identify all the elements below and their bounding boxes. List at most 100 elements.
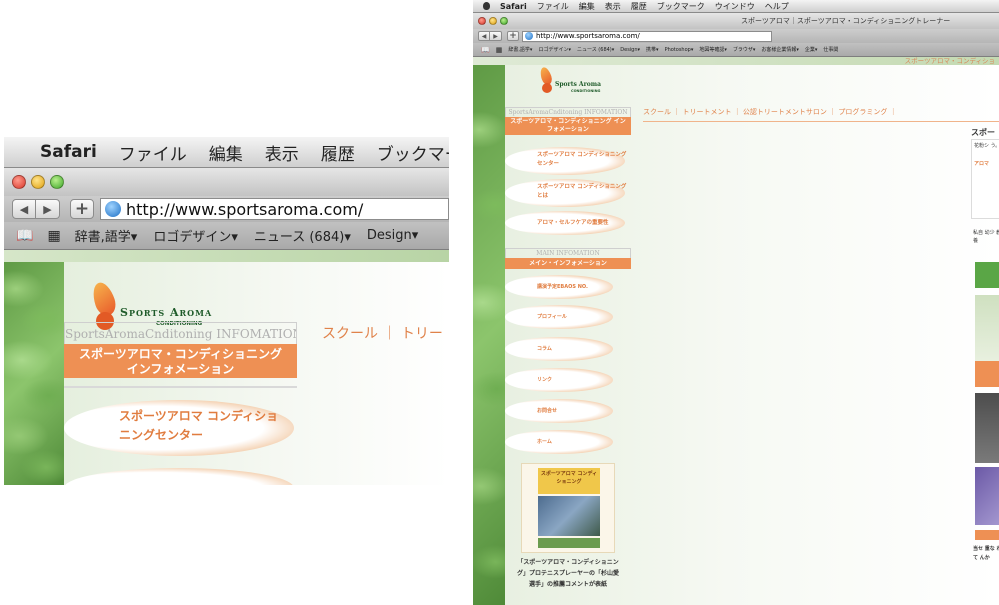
info-jp-banner: スポーツアロマ・コンディショニング インフォメーション — [505, 117, 631, 135]
minimize-window-icon[interactable] — [489, 17, 497, 25]
menu-bookmarks[interactable]: ブックマーク — [657, 1, 705, 12]
menu-app-safari[interactable]: Safari — [500, 2, 527, 11]
main-nav-label[interactable]: コラム — [537, 345, 552, 352]
menu-file[interactable]: ファイル — [119, 140, 187, 165]
menu-help[interactable]: ヘルプ — [765, 1, 789, 12]
nav-label-conditioning-center[interactable]: スポーツアロマ コンディショニングセンター — [119, 407, 279, 445]
right-photo — [975, 295, 999, 361]
menu-history[interactable]: 履歴 — [321, 140, 355, 165]
zoomed-browser-detail: Safari ファイル 編集 表示 履歴 ブックマーク ◀ ▶ + http:/… — [4, 137, 449, 485]
forward-button[interactable]: ▶ — [36, 199, 60, 219]
logo-subtitle: CONDITIONING — [571, 89, 601, 93]
back-button[interactable]: ◀ — [478, 31, 490, 41]
bookmark-folder[interactable]: Design▾ — [620, 47, 640, 53]
site-pane: Sports Aroma CONDITIONING SportsAromaCnd… — [505, 65, 999, 605]
right-snippet: 花粉シ う。 — [974, 143, 999, 149]
menu-window[interactable]: ウインドウ — [715, 1, 755, 12]
nav-label-about[interactable]: スポーツアロマ コンディショニングとは — [537, 183, 627, 201]
logo-title: Sports Aroma — [120, 306, 213, 319]
grid-icon[interactable]: ▦ — [47, 228, 60, 244]
main-nav-item[interactable] — [505, 368, 613, 392]
main-nav-label[interactable]: リンク — [537, 376, 552, 383]
right-orange-banner — [975, 530, 999, 540]
mac-menu-bar: Safari ファイル 編集 表示 履歴 ブックマーク — [4, 137, 449, 168]
grid-icon[interactable]: ▦ — [496, 46, 503, 54]
main-nav-label[interactable]: プロフィール — [537, 313, 567, 320]
open-book-icon[interactable]: 📖 — [16, 228, 33, 244]
menu-edit[interactable]: 編集 — [209, 140, 243, 165]
bookmark-folder[interactable]: 携帯▾ — [646, 46, 659, 53]
bookmark-folder[interactable]: ニュース (684)▾ — [577, 46, 614, 53]
close-window-icon[interactable] — [12, 175, 26, 189]
address-bar-url: http://www.sportsaroma.com/ — [536, 32, 640, 40]
forward-button[interactable]: ▶ — [490, 31, 502, 41]
right-snippet: アロマ — [974, 161, 990, 167]
zoom-window-icon[interactable] — [50, 175, 64, 189]
zoom-window-icon[interactable] — [500, 17, 508, 25]
bookmarks-bar: 📖 ▦ 辞書,語学▾ ロゴデザイン▾ ニュース (684)▾ Design▾ — [4, 222, 449, 250]
bookmark-folder[interactable]: ロゴデザイン▾ — [538, 46, 571, 53]
bookmark-folder[interactable]: 仕事関 — [823, 46, 838, 53]
apple-menu-icon[interactable] — [483, 2, 490, 10]
site-pane: Sports Aroma CONDITIONING SportsAromaCnd… — [64, 262, 449, 485]
bookmark-folder[interactable]: Photoshop▾ — [665, 47, 694, 53]
menu-bookmarks[interactable]: ブックマーク — [377, 140, 449, 165]
mac-menu-bar: Safari ファイル 編集 表示 履歴 ブックマーク ウインドウ ヘルプ — [473, 0, 999, 13]
top-navigation[interactable]: スクール ｜ トリー — [322, 323, 443, 343]
bookmark-folder[interactable]: ニュース (684)▾ — [254, 226, 351, 245]
close-window-icon[interactable] — [478, 17, 486, 25]
minimize-window-icon[interactable] — [31, 175, 45, 189]
right-photo — [975, 467, 999, 525]
book-caption: 「スポーツアロマ・コンディショニング」プロテニスプレーヤーの「杉山愛選手」の推薦… — [517, 559, 620, 588]
right-orange-banner — [975, 361, 999, 387]
browser-toolbar: ◀ ▶ + http://www.sportsaroma.com/ — [473, 29, 999, 43]
window-title-bar: スポーツアロマ｜スポーツアロマ・コンディショニングトレーナー — [473, 13, 999, 29]
main-nav-item[interactable] — [505, 337, 613, 361]
main-nav-item[interactable] — [505, 399, 613, 423]
site-logo[interactable]: Sports Aroma CONDITIONING — [538, 65, 621, 97]
main-nav-label[interactable]: お問合せ — [537, 407, 557, 414]
back-button[interactable]: ◀ — [12, 199, 36, 219]
right-content-box: 花粉シ う。 アロマ — [971, 139, 999, 219]
leaf-background-image — [4, 262, 64, 485]
bookmark-folder[interactable]: 企業▾ — [805, 46, 818, 53]
window-title-bar — [4, 168, 449, 196]
main-nav-label[interactable]: ホーム — [537, 438, 552, 445]
site-top-band — [4, 250, 449, 262]
site-header-tagline: スポーツアロマ・コンディショ — [473, 57, 999, 65]
info-en-header: SportsAromaCnditoning INFOMATION — [64, 322, 297, 344]
menu-file[interactable]: ファイル — [537, 1, 569, 12]
main-nav-item[interactable] — [505, 430, 613, 454]
bookmarks-bar: 📖 ▦ 辞書,語学▾ ロゴデザイン▾ ニュース (684)▾ Design▾ 携… — [473, 43, 999, 57]
bookmark-folder[interactable]: 辞書,語学▾ — [75, 226, 138, 245]
bookmark-folder[interactable]: 地図等確認▾ — [699, 46, 727, 53]
main-nav-label[interactable]: 講演予定EBAOS NO. — [537, 283, 588, 290]
add-bookmark-button[interactable]: + — [70, 199, 94, 219]
add-bookmark-button[interactable]: + — [507, 31, 519, 41]
menu-view[interactable]: 表示 — [265, 140, 299, 165]
menu-edit[interactable]: 編集 — [579, 1, 595, 12]
right-heading: スポー — [971, 128, 995, 137]
address-bar[interactable]: http://www.sportsaroma.com/ — [100, 198, 449, 220]
menu-history[interactable]: 履歴 — [631, 1, 647, 12]
menu-app-safari[interactable]: Safari — [40, 142, 97, 162]
address-bar[interactable]: http://www.sportsaroma.com/ — [522, 30, 772, 42]
nav-item-about[interactable] — [64, 468, 294, 485]
bookmark-folder[interactable]: お客様企業情報▾ — [761, 46, 799, 53]
nav-label-selfcare[interactable]: アロマ・セルフケアの重要性 — [537, 218, 627, 226]
open-book-icon[interactable]: 📖 — [481, 46, 490, 54]
globe-icon — [105, 201, 121, 217]
menu-view[interactable]: 表示 — [605, 1, 621, 12]
info-en-header: SportsAromaCnditoning INFOMATION — [505, 107, 631, 117]
address-bar-url: http://www.sportsaroma.com/ — [126, 199, 364, 219]
bookmark-folder[interactable]: 辞書,語学▾ — [508, 46, 532, 53]
nav-label-conditioning-center[interactable]: スポーツアロマ コンディショニングセンター — [537, 151, 627, 169]
right-snippet: 私自 幼少 教養 — [973, 230, 999, 244]
top-navigation[interactable]: スクール ｜ トリートメント ｜ 公認トリートメントサロン ｜ プログラミング … — [643, 107, 897, 117]
bookmark-folder[interactable]: ロゴデザイン▾ — [153, 226, 238, 245]
bookmark-folder[interactable]: Design▾ — [367, 228, 418, 243]
book-cover-footer — [538, 538, 600, 548]
bookmark-folder[interactable]: ブラウザ▾ — [733, 46, 756, 53]
right-green-button[interactable] — [975, 262, 999, 288]
book-cover-image[interactable]: スポーツアロマ コンディショニング — [521, 463, 615, 553]
